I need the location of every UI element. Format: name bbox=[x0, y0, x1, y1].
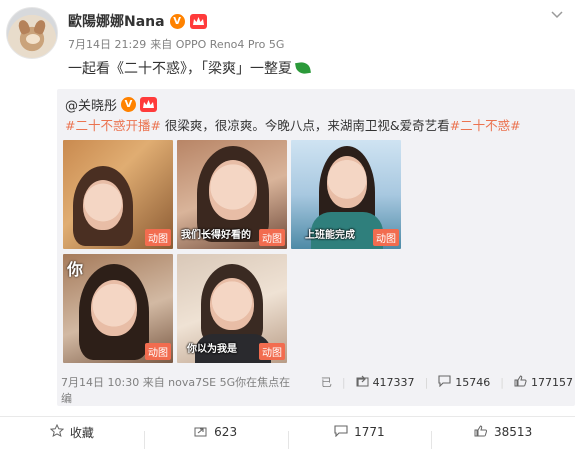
like-button[interactable]: 38513 bbox=[431, 424, 575, 449]
comment-icon bbox=[438, 374, 451, 390]
author-row: 歐陽娜娜Nana V bbox=[68, 10, 207, 32]
author-name[interactable]: 歐陽娜娜Nana bbox=[68, 11, 165, 31]
avatar-ear bbox=[16, 18, 32, 36]
leaf-emoji-icon bbox=[295, 60, 311, 76]
hashtag-link[interactable]: #二十不惑# bbox=[450, 118, 521, 133]
post-text: 一起看《二十不惑》，「梁爽」一整夏 bbox=[68, 61, 292, 77]
favorite-button[interactable]: 收藏 bbox=[0, 423, 144, 441]
repost-text: #二十不惑开播# 很梁爽，很凉爽。今晚八点，来湖南卫视&爱奇艺看#二十不惑# bbox=[65, 115, 521, 134]
favorite-label: 收藏 bbox=[69, 425, 94, 440]
repost-author[interactable]: @关晓彤 bbox=[65, 95, 117, 114]
vip-icon[interactable] bbox=[140, 97, 158, 112]
thumbs-up-icon bbox=[474, 424, 488, 440]
comment-count: 15746 bbox=[455, 375, 491, 389]
repost-button[interactable]: 623 bbox=[143, 425, 288, 449]
post-time[interactable]: 7月14日 21:29 bbox=[68, 36, 146, 52]
comment-button[interactable]: 1771 bbox=[287, 424, 432, 449]
thumbs-up-icon bbox=[514, 374, 527, 390]
figure-face bbox=[91, 280, 137, 336]
avatar-snout bbox=[26, 34, 40, 44]
figure-face bbox=[327, 156, 367, 208]
gif-thumbnail[interactable]: 上班能完成 动图 bbox=[291, 140, 401, 249]
repost-card: @关晓彤 V #二十不惑开播# 很梁爽，很凉爽。今晚八点，来湖南卫视&爱奇艺看#… bbox=[57, 89, 575, 406]
repost-count: 623 bbox=[214, 425, 238, 439]
repost-time-continued: 编 bbox=[61, 392, 72, 405]
comment-count: 1771 bbox=[354, 425, 385, 439]
repost-body-text: 很梁爽，很凉爽。今晚八点，来湖南卫视&爱奇艺看 bbox=[160, 118, 450, 133]
gif-badge: 动图 bbox=[145, 343, 171, 360]
gif-badge: 动图 bbox=[259, 343, 285, 360]
share-icon bbox=[356, 375, 369, 390]
repost-comment-count[interactable]: 15746 bbox=[438, 374, 491, 390]
gif-badge: 动图 bbox=[373, 229, 399, 246]
repost-author-row: @关晓彤 V bbox=[65, 95, 158, 114]
gif-badge: 动图 bbox=[259, 229, 285, 246]
repost-stats: 已 | 417337 | 15746 | 177157 bbox=[321, 374, 573, 390]
gif-caption: 你以为我是 bbox=[187, 344, 237, 355]
like-count: 177157 bbox=[531, 375, 573, 389]
gif-overlay-char: 你 bbox=[67, 260, 84, 279]
action-bar: 收藏 623 1771 38513 bbox=[0, 416, 575, 449]
figure-face bbox=[209, 160, 257, 220]
repost-share-count[interactable]: 417337 bbox=[356, 375, 415, 390]
repost-time[interactable]: 7月14日 10:30 来自 nova7SE 5G你在焦点在 bbox=[61, 374, 290, 390]
gif-caption: 我们长得好看的 bbox=[181, 230, 251, 241]
repost-like-count[interactable]: 177157 bbox=[514, 374, 573, 390]
gif-thumbnail[interactable]: 我们长得好看的 动图 bbox=[177, 140, 287, 249]
gif-thumbnail[interactable]: 动图 bbox=[63, 140, 173, 249]
hashtag-link[interactable]: #二十不惑开播# bbox=[65, 118, 161, 133]
post-meta: 7月14日 21:29 来自 OPPO Reno4 Pro 5G bbox=[68, 36, 284, 52]
verified-icon: V bbox=[169, 13, 185, 29]
comment-icon bbox=[334, 424, 348, 440]
star-icon bbox=[49, 423, 65, 440]
post-source: 来自 OPPO Reno4 Pro 5G bbox=[150, 38, 285, 51]
divider: | bbox=[341, 375, 346, 389]
avatar-ear bbox=[32, 18, 48, 36]
like-count: 38513 bbox=[494, 425, 533, 439]
vip-icon[interactable] bbox=[189, 13, 207, 29]
weibo-post: 歐陽娜娜Nana V 7月14日 21:29 来自 OPPO Reno4 Pro… bbox=[0, 0, 575, 449]
gif-badge: 动图 bbox=[145, 229, 171, 246]
figure-face bbox=[83, 180, 123, 230]
post-content: 一起看《二十不惑》，「梁爽」一整夏 bbox=[68, 58, 311, 78]
edited-label: 已 bbox=[320, 376, 332, 389]
divider: | bbox=[500, 375, 504, 389]
gif-thumbnail[interactable]: 你 动图 bbox=[63, 254, 173, 363]
figure-face bbox=[210, 278, 254, 330]
share-count: 417337 bbox=[372, 375, 415, 389]
share-icon bbox=[194, 425, 208, 440]
chevron-down-icon[interactable] bbox=[549, 8, 565, 22]
gif-caption: 上班能完成 bbox=[305, 230, 355, 241]
divider: | bbox=[424, 375, 429, 389]
verified-icon: V bbox=[121, 97, 137, 112]
avatar[interactable] bbox=[6, 7, 58, 59]
gif-thumbnail[interactable]: 你以为我是 动图 bbox=[177, 254, 287, 363]
